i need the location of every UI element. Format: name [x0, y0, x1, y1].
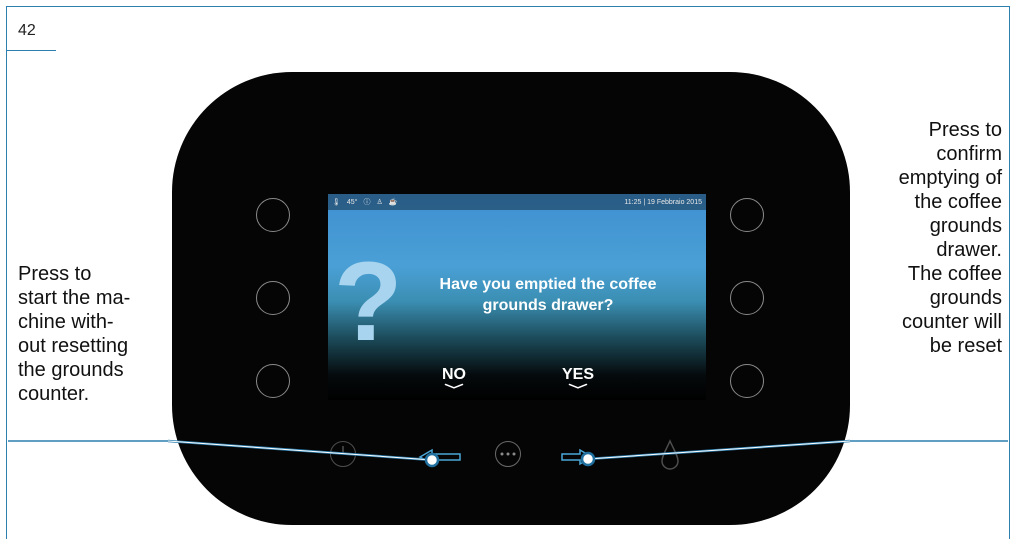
left-callout-line: out resetting [18, 335, 129, 357]
right-callout-line: grounds [929, 287, 1002, 309]
right-callout-line: emptying of [898, 167, 1002, 189]
menu-dot [506, 452, 510, 456]
menu-dot [500, 452, 504, 456]
right-callout-line: be reset [929, 335, 1002, 357]
left-callout-line: start the ma- [18, 287, 131, 309]
left-callout-text: Press to start the ma- chine with- out r… [18, 262, 168, 406]
right-callout-dot [580, 451, 596, 467]
left-callout-leader [167, 440, 433, 461]
left-callout-line: Press to [18, 263, 92, 285]
right-callout-line: Press to [928, 119, 1002, 141]
menu-dot [512, 452, 516, 456]
left-callout-line: chine with- [18, 311, 114, 333]
right-callout-line: confirm [936, 143, 1002, 165]
right-callout-leader [587, 440, 851, 460]
left-callout-line: counter. [18, 383, 90, 405]
right-callout-line: grounds [929, 215, 1002, 237]
right-callout-line: drawer. [936, 239, 1002, 261]
left-callout-line: the grounds [18, 359, 124, 381]
right-callout-line: the coffee [914, 191, 1002, 213]
right-callout-text: Press to confirm emptying of the coffee … [838, 118, 1002, 358]
right-callout-line: The coffee [907, 263, 1002, 285]
left-callout-dot [424, 452, 440, 468]
right-callout-line: counter will [901, 311, 1002, 333]
